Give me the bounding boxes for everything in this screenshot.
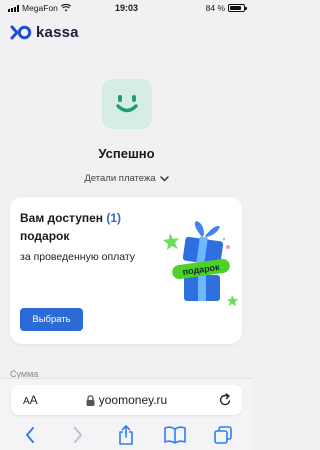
domain-text: yoomoney.ru xyxy=(98,393,168,407)
tabs-icon xyxy=(214,426,232,444)
gift-box-icon: подарок xyxy=(163,221,238,306)
smile-icon xyxy=(116,95,138,113)
share-button[interactable] xyxy=(114,423,138,447)
forward-icon xyxy=(74,427,83,443)
battery-icon xyxy=(228,4,247,12)
address-bar[interactable]: AA yoomoney.ru xyxy=(11,385,242,415)
browser-chrome: AA yoomoney.ru xyxy=(0,378,253,450)
back-icon xyxy=(26,427,35,443)
payment-status-title: Успешно xyxy=(98,146,155,161)
forward-button[interactable] xyxy=(66,423,90,447)
payment-details-label: Детали платежа xyxy=(84,173,156,184)
brand-logo: kassa xyxy=(10,24,79,41)
payment-details-toggle[interactable]: Детали платежа xyxy=(0,173,253,184)
bookmarks-button[interactable] xyxy=(163,423,187,447)
url-domain: yoomoney.ru xyxy=(11,393,242,407)
status-time: 19:03 xyxy=(114,3,139,13)
bookmarks-icon xyxy=(163,426,186,444)
gift-title-prefix: Вам доступен xyxy=(20,211,104,225)
back-button[interactable] xyxy=(18,423,42,447)
yoo-logo-icon xyxy=(10,25,32,40)
brand-name: kassa xyxy=(36,24,79,41)
lock-icon xyxy=(86,394,95,406)
reload-icon[interactable] xyxy=(219,393,232,407)
gift-offer-card: Вам доступен (1) подарок за проведенную … xyxy=(10,197,242,344)
gift-count: (1) xyxy=(106,211,122,225)
success-icon xyxy=(102,79,152,129)
status-bar: MegaFon 19:03 84 % xyxy=(0,0,253,16)
share-icon xyxy=(119,425,134,445)
gift-card-title: Вам доступен (1) подарок xyxy=(20,209,150,245)
tabs-button[interactable] xyxy=(211,423,235,447)
gift-card-subtitle: за проведенную оплату xyxy=(20,251,136,263)
chevron-down-icon xyxy=(159,175,169,182)
browser-toolbar xyxy=(0,421,253,449)
choose-gift-button[interactable]: Выбрать xyxy=(20,308,83,331)
gift-title-suffix: подарок xyxy=(20,229,70,243)
